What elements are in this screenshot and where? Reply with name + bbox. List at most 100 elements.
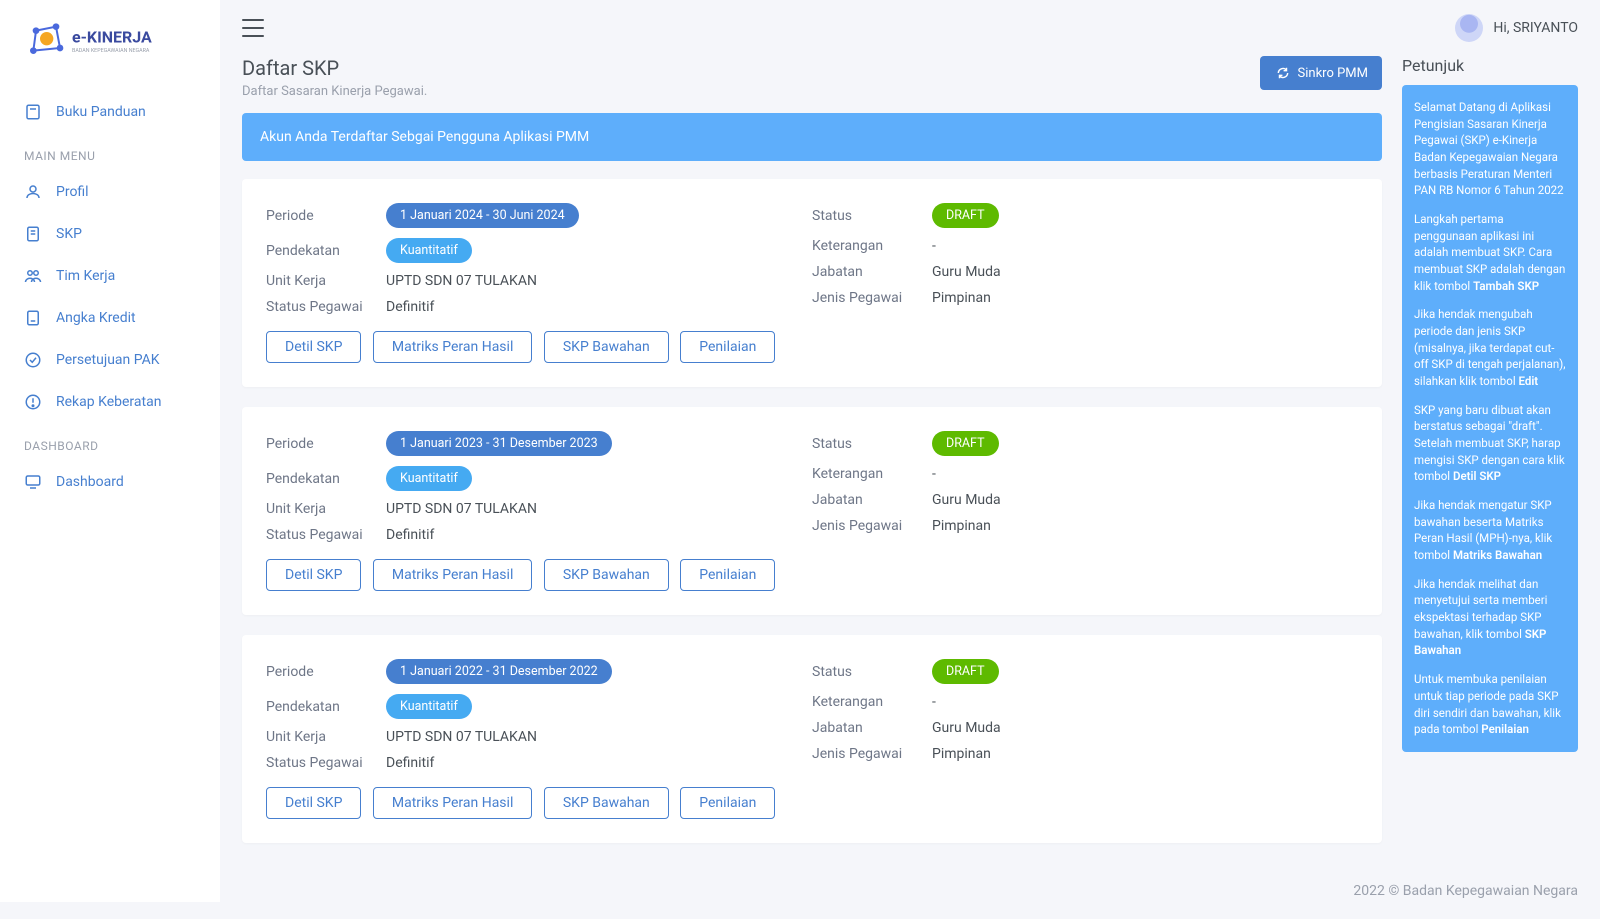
skp-card: Periode 1 Januari 2023 - 31 Desember 202…	[242, 407, 1382, 615]
nav-label: Dashboard	[56, 474, 124, 490]
file-icon	[24, 309, 42, 327]
label-status: Status	[812, 436, 932, 452]
label-jabatan: Jabatan	[812, 264, 932, 280]
label-keterangan: Keterangan	[812, 238, 932, 254]
svg-text:BADAN KEPEGAWAIAN NEGARA: BADAN KEPEGAWAIAN NEGARA	[72, 48, 150, 54]
nav-label: Rekap Keberatan	[56, 394, 161, 410]
nav-angka-kredit[interactable]: Angka Kredit	[0, 297, 220, 339]
label-jenis-pegawai: Jenis Pegawai	[812, 746, 932, 762]
jenis-pegawai-value: Pimpinan	[932, 746, 1358, 762]
detil-skp-button[interactable]: Detil SKP	[266, 559, 361, 591]
nav-rekap-keberatan[interactable]: Rekap Keberatan	[0, 381, 220, 423]
button-label: Sinkro PMM	[1298, 66, 1368, 81]
sidebar: e-KINERJA BADAN KEPEGAWAIAN NEGARA Buku …	[0, 0, 220, 902]
periode-pill: 1 Januari 2024 - 30 Juni 2024	[386, 203, 579, 228]
nav-label: Buku Panduan	[56, 104, 146, 120]
nav-persetujuan-pak[interactable]: Persetujuan PAK	[0, 339, 220, 381]
nav-section-main: MAIN MENU	[0, 133, 220, 171]
jabatan-value: Guru Muda	[932, 720, 1358, 736]
label-status: Status	[812, 208, 932, 224]
label-jabatan: Jabatan	[812, 492, 932, 508]
label-unit-kerja: Unit Kerja	[266, 501, 386, 517]
penilaian-button[interactable]: Penilaian	[680, 787, 775, 819]
refresh-icon	[1274, 64, 1292, 82]
label-periode: Periode	[266, 208, 386, 224]
nav-dashboard[interactable]: Dashboard	[0, 461, 220, 503]
pendekatan-pill: Kuantitatif	[386, 694, 472, 719]
keterangan-value: -	[932, 238, 1358, 254]
nav-profil[interactable]: Profil	[0, 171, 220, 213]
penilaian-button[interactable]: Penilaian	[680, 559, 775, 591]
nav-label: Persetujuan PAK	[56, 352, 160, 368]
petunjuk-title: Petunjuk	[1402, 56, 1578, 75]
matriks-peran-hasil-button[interactable]: Matriks Peran Hasil	[373, 787, 532, 819]
check-circle-icon	[24, 351, 42, 369]
label-periode: Periode	[266, 436, 386, 452]
monitor-icon	[24, 473, 42, 491]
footer-copyright: 2022 © Badan Kepegawaian Negara	[220, 863, 1600, 919]
status-pill: DRAFT	[932, 431, 999, 456]
unit-kerja-value: UPTD SDN 07 TULAKAN	[386, 729, 812, 745]
jenis-pegawai-value: Pimpinan	[932, 518, 1358, 534]
skp-bawahan-button[interactable]: SKP Bawahan	[544, 787, 669, 819]
nav-buku-panduan[interactable]: Buku Panduan	[0, 91, 220, 133]
pmm-alert: Akun Anda Terdaftar Sebgai Pengguna Apli…	[242, 113, 1382, 161]
label-keterangan: Keterangan	[812, 694, 932, 710]
page-subtitle: Daftar Sasaran Kinerja Pegawai.	[242, 84, 427, 99]
skp-bawahan-button[interactable]: SKP Bawahan	[544, 331, 669, 363]
keterangan-value: -	[932, 466, 1358, 482]
nav-label: Tim Kerja	[56, 268, 115, 284]
label-status-pegawai: Status Pegawai	[266, 755, 386, 771]
label-keterangan: Keterangan	[812, 466, 932, 482]
alert-icon	[24, 393, 42, 411]
periode-pill: 1 Januari 2023 - 31 Desember 2023	[386, 431, 612, 456]
user-menu[interactable]: Hi, SRIYANTO	[1455, 14, 1578, 42]
keterangan-value: -	[932, 694, 1358, 710]
unit-kerja-value: UPTD SDN 07 TULAKAN	[386, 273, 812, 289]
label-periode: Periode	[266, 664, 386, 680]
nav-tim-kerja[interactable]: Tim Kerja	[0, 255, 220, 297]
status-pill: DRAFT	[932, 203, 999, 228]
sinkro-pmm-button[interactable]: Sinkro PMM	[1260, 56, 1382, 90]
label-status-pegawai: Status Pegawai	[266, 299, 386, 315]
nav-label: SKP	[56, 226, 82, 242]
label-unit-kerja: Unit Kerja	[266, 273, 386, 289]
label-status: Status	[812, 664, 932, 680]
label-jenis-pegawai: Jenis Pegawai	[812, 290, 932, 306]
label-pendekatan: Pendekatan	[266, 243, 386, 259]
nav-section-dashboard: DASHBOARD	[0, 423, 220, 461]
matriks-peran-hasil-button[interactable]: Matriks Peran Hasil	[373, 559, 532, 591]
skp-card: Periode 1 Januari 2022 - 31 Desember 202…	[242, 635, 1382, 843]
avatar-icon	[1455, 14, 1483, 42]
matriks-peran-hasil-button[interactable]: Matriks Peran Hasil	[373, 331, 532, 363]
nav-label: Angka Kredit	[56, 310, 136, 326]
petunjuk-panel: Selamat Datang di Aplikasi Pengisian Sas…	[1402, 85, 1578, 752]
skp-card: Periode 1 Januari 2024 - 30 Juni 2024 Pe…	[242, 179, 1382, 387]
penilaian-button[interactable]: Penilaian	[680, 331, 775, 363]
label-unit-kerja: Unit Kerja	[266, 729, 386, 745]
document-icon	[24, 225, 42, 243]
skp-bawahan-button[interactable]: SKP Bawahan	[544, 559, 669, 591]
page-title: Daftar SKP	[242, 56, 427, 80]
jenis-pegawai-value: Pimpinan	[932, 290, 1358, 306]
jabatan-value: Guru Muda	[932, 264, 1358, 280]
nav-label: Profil	[56, 184, 89, 200]
label-jenis-pegawai: Jenis Pegawai	[812, 518, 932, 534]
detil-skp-button[interactable]: Detil SKP	[266, 331, 361, 363]
label-pendekatan: Pendekatan	[266, 699, 386, 715]
detil-skp-button[interactable]: Detil SKP	[266, 787, 361, 819]
status-pegawai-value: Definitif	[386, 299, 812, 315]
jabatan-value: Guru Muda	[932, 492, 1358, 508]
pendekatan-pill: Kuantitatif	[386, 238, 472, 263]
app-logo: e-KINERJA BADAN KEPEGAWAIAN NEGARA	[0, 20, 220, 91]
user-icon	[24, 183, 42, 201]
unit-kerja-value: UPTD SDN 07 TULAKAN	[386, 501, 812, 517]
status-pill: DRAFT	[932, 659, 999, 684]
nav-skp[interactable]: SKP	[0, 213, 220, 255]
label-jabatan: Jabatan	[812, 720, 932, 736]
users-icon	[24, 267, 42, 285]
topbar: Hi, SRIYANTO	[220, 0, 1600, 56]
status-pegawai-value: Definitif	[386, 755, 812, 771]
menu-toggle[interactable]	[242, 19, 264, 37]
main: Hi, SRIYANTO Daftar SKP Daftar Sasaran K…	[220, 0, 1600, 919]
